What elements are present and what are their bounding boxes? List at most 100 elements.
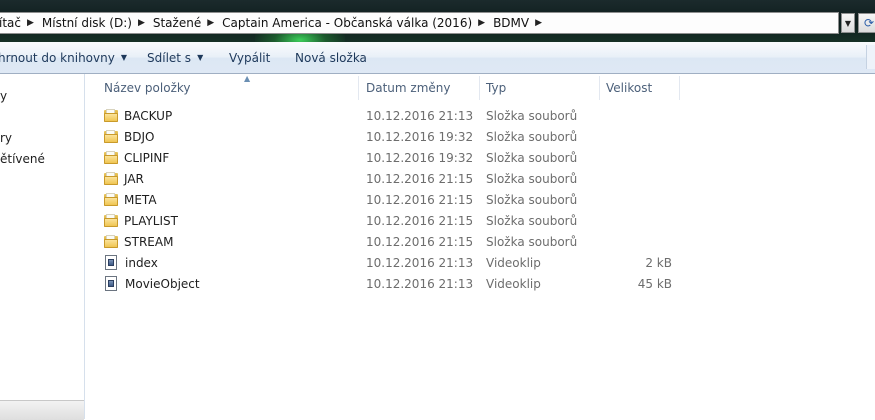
file-size [606, 210, 672, 231]
breadcrumb-computer[interactable]: ítač [0, 16, 25, 30]
folder-icon [104, 151, 118, 164]
file-name-cell: PLAYLIST [104, 210, 178, 231]
file-name-cell: BDJO [104, 126, 154, 147]
file-list: Název položky ▲ Datum změny Typ Velikost… [86, 74, 875, 419]
file-name: BACKUP [124, 108, 173, 123]
nav-item-favorites[interactable]: y [0, 89, 7, 103]
address-bar-strip: ítač ▶ Místní disk (D:) ▶ Stažené ▶ Capt… [0, 0, 875, 42]
nav-item-libraries[interactable]: ry [0, 131, 12, 145]
file-row-movieobject[interactable]: MovieObject 10.12.2016 21:13 Videoklip 4… [86, 273, 875, 294]
file-name: BDJO [124, 129, 155, 144]
new-folder-label: Nová složka [295, 50, 367, 65]
share-with-button[interactable]: Sdílet s ▼ [147, 42, 203, 73]
file-type: Složka souborů [486, 108, 578, 123]
file-date: 10.12.2016 21:13 [366, 276, 474, 291]
file-size [606, 189, 672, 210]
burn-button[interactable]: Vypálit [229, 42, 270, 73]
breadcrumb-separator-icon[interactable]: ▶ [476, 18, 487, 28]
file-size [606, 147, 672, 168]
file-name: PLAYLIST [124, 213, 178, 228]
file-row-backup[interactable]: BACKUP 10.12.2016 21:13 Složka souborů [86, 105, 875, 126]
file-row-stream[interactable]: STREAM 10.12.2016 21:15 Složka souborů [86, 231, 875, 252]
video-file-icon [105, 276, 117, 291]
navigation-pane: y ry ětívené [0, 74, 85, 420]
breadcrumb-separator-icon[interactable]: ▶ [136, 18, 147, 28]
share-with-label: Sdílet s [147, 50, 192, 65]
file-date: 10.12.2016 21:13 [366, 108, 474, 123]
file-row-jar[interactable]: JAR 10.12.2016 21:15 Složka souborů [86, 168, 875, 189]
breadcrumb-separator-icon[interactable]: ▶ [533, 18, 544, 28]
column-divider[interactable] [358, 76, 359, 100]
video-file-icon [105, 255, 117, 270]
column-divider[interactable] [679, 76, 680, 100]
file-name-cell: STREAM [104, 231, 173, 252]
file-type: Složka souborů [486, 150, 578, 165]
file-size [606, 105, 672, 126]
include-in-library-button[interactable]: hrnout do knihovny ▼ [0, 42, 127, 73]
file-size: 45 kB [637, 276, 672, 291]
column-header-date-label: Datum změny [366, 81, 451, 95]
breadcrumb-bdmv[interactable]: BDMV [487, 16, 533, 30]
file-type: Videoklip [486, 276, 541, 291]
refresh-button[interactable]: ⟳ [858, 13, 875, 33]
file-date: 10.12.2016 21:13 [366, 255, 474, 270]
sort-ascending-icon: ▲ [244, 74, 251, 83]
folder-icon [104, 193, 118, 206]
column-header-type[interactable]: Typ [486, 76, 596, 100]
file-name-cell: CLIPINF [104, 147, 169, 168]
burn-label: Vypálit [229, 50, 271, 65]
column-header-name-label: Název položky [104, 81, 191, 95]
file-row-bdjo[interactable]: BDJO 10.12.2016 19:32 Složka souborů [86, 126, 875, 147]
column-header-size[interactable]: Velikost [606, 76, 676, 100]
column-divider[interactable] [479, 76, 480, 100]
file-type: Složka souborů [486, 129, 578, 144]
file-name: STREAM [124, 234, 174, 249]
file-date: 10.12.2016 19:32 [366, 150, 474, 165]
nav-item-recent[interactable]: ětívené [0, 152, 45, 166]
file-type: Složka souborů [486, 234, 578, 249]
column-header-name[interactable]: Název položky ▲ [104, 74, 358, 100]
file-date: 10.12.2016 21:15 [366, 213, 474, 228]
breadcrumb-separator-icon[interactable]: ▶ [25, 18, 36, 28]
file-type: Videoklip [486, 255, 541, 270]
address-bar[interactable]: ítač ▶ Místní disk (D:) ▶ Stažené ▶ Capt… [0, 12, 839, 34]
address-history-dropdown[interactable]: ▼ [841, 13, 855, 33]
file-name-cell: MovieObject [104, 273, 200, 294]
file-date: 10.12.2016 21:15 [366, 234, 474, 249]
breadcrumb-local-disk[interactable]: Místní disk (D:) [36, 16, 136, 30]
file-date: 10.12.2016 21:15 [366, 192, 474, 207]
file-row-meta[interactable]: META 10.12.2016 21:15 Složka souborů [86, 189, 875, 210]
file-row-playlist[interactable]: PLAYLIST 10.12.2016 21:15 Složka souborů [86, 210, 875, 231]
navigation-pane-scroll-footer[interactable] [0, 400, 84, 420]
column-header-date[interactable]: Datum změny [366, 76, 476, 100]
column-header-type-label: Typ [486, 81, 507, 95]
file-row-clipinf[interactable]: CLIPINF 10.12.2016 19:32 Složka souborů [86, 147, 875, 168]
file-row-index[interactable]: index 10.12.2016 21:13 Videoklip 2 kB [86, 252, 875, 273]
file-name: META [124, 192, 157, 207]
include-in-library-label: hrnout do knihovny [0, 50, 115, 65]
folder-icon [104, 130, 118, 143]
command-toolbar: hrnout do knihovny ▼ Sdílet s ▼ Vypálit … [0, 42, 875, 74]
file-name: CLIPINF [124, 150, 170, 165]
column-divider[interactable] [599, 76, 600, 100]
file-date: 10.12.2016 21:15 [366, 171, 474, 186]
file-name: MovieObject [125, 276, 200, 291]
file-size [606, 231, 672, 252]
new-folder-button[interactable]: Nová složka [295, 42, 367, 73]
breadcrumb-downloads[interactable]: Stažené [147, 16, 205, 30]
file-name-cell: JAR [104, 168, 144, 189]
file-type: Složka souborů [486, 213, 578, 228]
file-name-cell: BACKUP [104, 105, 172, 126]
file-name-cell: META [104, 189, 157, 210]
folder-icon [104, 109, 118, 122]
folder-icon [104, 172, 118, 185]
file-name: index [125, 255, 158, 270]
breadcrumb-separator-icon[interactable]: ▶ [205, 18, 216, 28]
chevron-down-icon: ▼ [197, 53, 204, 62]
file-date: 10.12.2016 19:32 [366, 129, 474, 144]
file-size [606, 126, 672, 147]
file-name: JAR [124, 171, 144, 186]
folder-icon [104, 235, 118, 248]
breadcrumb-movie-folder[interactable]: Captain America - Občanská válka (2016) [216, 16, 476, 30]
folder-icon [104, 214, 118, 227]
